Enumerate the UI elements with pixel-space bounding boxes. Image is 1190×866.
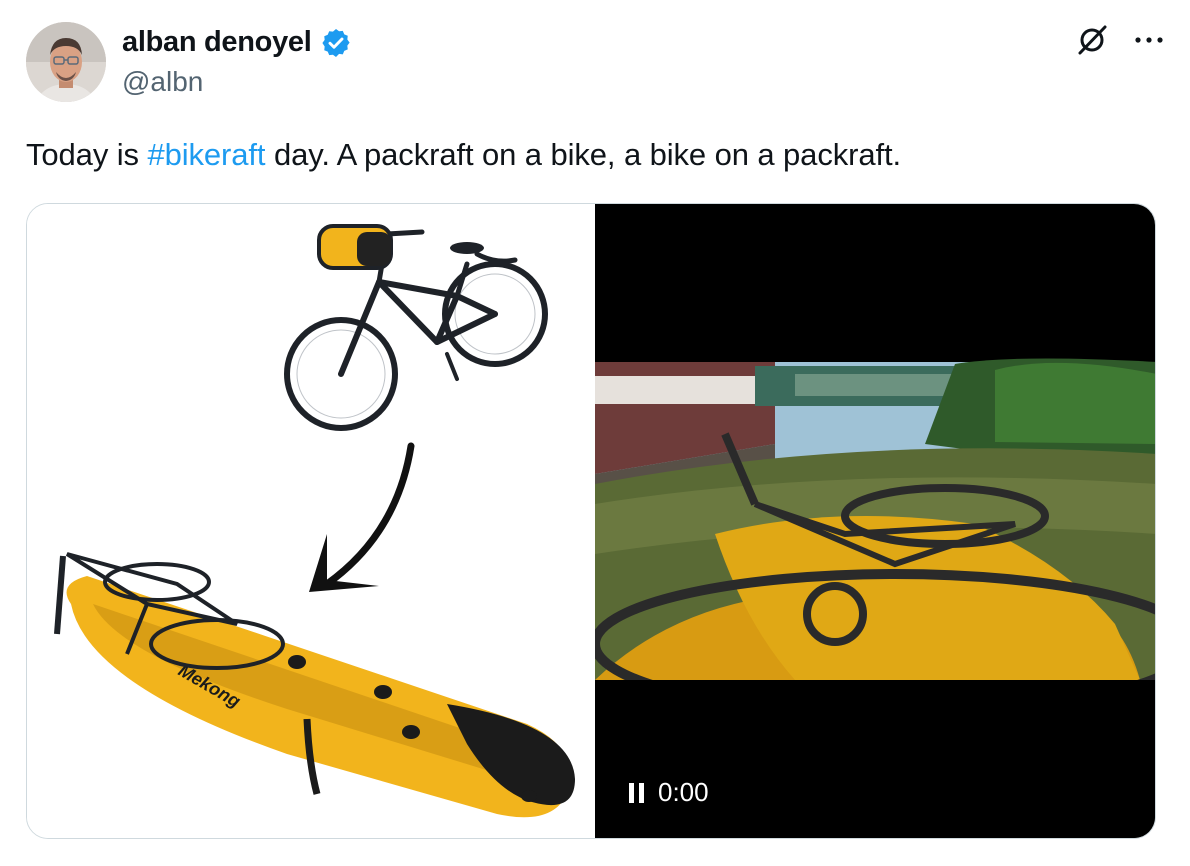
video-player[interactable]: 0:00 — [595, 204, 1155, 838]
tweet-text-after: day. A packraft on a bike, a bike on a p… — [265, 137, 902, 172]
video-time: 0:00 — [658, 777, 709, 807]
author-handle[interactable]: @albn — [122, 66, 203, 98]
tweet-text-before: Today is — [26, 137, 148, 172]
media-grid: Mekong 0:00 — [26, 203, 1156, 839]
pause-icon[interactable] — [629, 782, 644, 803]
more-icon[interactable] — [1134, 35, 1164, 45]
photo-bikeraft[interactable]: Mekong — [27, 204, 595, 838]
avatar[interactable] — [26, 22, 106, 102]
grok-icon[interactable] — [1074, 22, 1110, 58]
tweet-text: Today is #bikeraft day. A packraft on a … — [26, 134, 1156, 176]
author-display-name[interactable]: alban denoyel — [122, 26, 312, 59]
verified-badge-icon[interactable] — [320, 27, 352, 59]
hashtag-link[interactable]: #bikeraft — [147, 137, 265, 172]
video-controls: 0:00 — [629, 777, 709, 808]
